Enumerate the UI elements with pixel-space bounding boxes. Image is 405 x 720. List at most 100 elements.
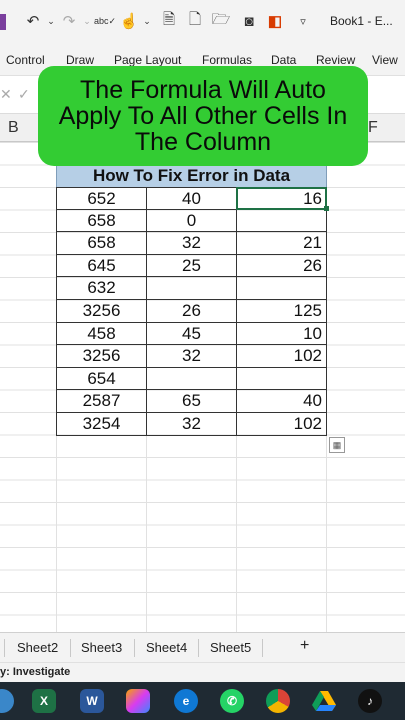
table-cell[interactable]: 25 <box>146 254 236 278</box>
table-cell[interactable]: 32 <box>146 232 236 255</box>
excel-icon[interactable]: X <box>32 689 56 713</box>
data-table: How To Fix Error in Data 652 40 16 658 0 658 3… <box>56 164 329 436</box>
table-cell[interactable] <box>236 367 327 391</box>
table-cell[interactable]: 21 <box>236 232 327 255</box>
touch-dropdown-icon[interactable]: ⌄ <box>138 12 156 30</box>
quick-access-toolbar: ↶ ⌄ ↷ ⌄ abc✓ ☝ ⌄ 🗎 🗋 🗁 ◙ ◧ ▿ Book1 - E..… <box>0 0 405 46</box>
table-row: 3254 32 102 <box>56 412 327 436</box>
table-cell[interactable]: 0 <box>146 209 236 233</box>
table-row: 3256 26 125 <box>56 299 327 323</box>
table-cell[interactable]: 26 <box>146 299 236 323</box>
table-cell[interactable]: 40 <box>236 390 327 413</box>
office-icon[interactable]: ◧ <box>266 12 284 30</box>
tab-page-layout[interactable]: Page Layout <box>114 53 181 67</box>
table-row: 632 <box>56 277 327 300</box>
new-file-icon[interactable]: 🗋 <box>186 11 204 30</box>
status-bar: y: Investigate <box>0 662 405 682</box>
copilot-icon[interactable] <box>126 689 150 713</box>
redo-icon[interactable]: ↷ <box>60 12 78 30</box>
table-cell[interactable]: 32 <box>146 345 236 368</box>
sheet-separator <box>4 639 5 657</box>
edge-icon[interactable]: e <box>174 689 198 713</box>
tab-data[interactable]: Data <box>271 53 296 67</box>
app-edge-icon <box>0 14 6 30</box>
drive-icon[interactable] <box>312 689 336 713</box>
sheet-separator <box>134 639 135 657</box>
tab-review[interactable]: Review <box>316 53 355 67</box>
column-header-b[interactable]: B <box>8 119 19 137</box>
column-header-f[interactable]: F <box>368 119 378 137</box>
table-cell[interactable]: 102 <box>236 345 327 368</box>
table-cell[interactable]: 16 <box>236 187 327 210</box>
table-row: 645 25 26 <box>56 254 327 278</box>
table-cell[interactable] <box>236 277 327 300</box>
table-row: 2587 65 40 <box>56 390 327 413</box>
table-cell[interactable]: 32 <box>146 412 236 436</box>
customize-toolbar-icon[interactable]: ▿ <box>294 12 312 30</box>
tab-view[interactable]: View <box>372 53 398 67</box>
sheet-tab-4[interactable]: Sheet4 <box>146 640 187 655</box>
table-row: 652 40 16 <box>56 187 327 210</box>
table-cell[interactable]: 652 <box>56 187 146 210</box>
callout-text: The Formula Will Auto Apply To All Other… <box>58 76 348 156</box>
table-cell[interactable]: 102 <box>236 412 327 436</box>
add-sheet-button[interactable]: + <box>300 637 309 655</box>
windows-partial-icon[interactable] <box>0 689 14 713</box>
undo-icon[interactable]: ↶ <box>24 12 42 30</box>
sheet-tab-3[interactable]: Sheet3 <box>81 640 122 655</box>
chrome-icon[interactable] <box>266 689 290 713</box>
table-cell[interactable]: 26 <box>236 254 327 278</box>
fill-handle[interactable] <box>324 206 329 211</box>
table-cell[interactable]: 3254 <box>56 412 146 436</box>
table-cell[interactable]: 125 <box>236 299 327 323</box>
table-cell[interactable]: 632 <box>56 277 146 300</box>
whatsapp-icon[interactable]: ✆ <box>220 689 244 713</box>
table-cell[interactable] <box>146 277 236 300</box>
table-cell[interactable]: 40 <box>146 187 236 210</box>
table-row: 458 45 10 <box>56 322 327 346</box>
table-cell[interactable]: 45 <box>146 322 236 346</box>
tab-draw[interactable]: Draw <box>66 53 94 67</box>
table-cell[interactable]: 654 <box>56 367 146 391</box>
status-text[interactable]: y: Investigate <box>0 666 70 678</box>
print-preview-icon[interactable]: 🗎 <box>160 11 178 30</box>
sheet-separator <box>70 639 71 657</box>
table-cell[interactable] <box>146 367 236 391</box>
open-folder-icon[interactable]: 🗁 <box>212 11 231 30</box>
touch-mode-icon[interactable]: ☝ <box>120 12 139 30</box>
spelling-icon[interactable]: abc✓ <box>94 12 116 30</box>
window-title: Book1 - E... <box>330 14 393 28</box>
table-cell[interactable]: 645 <box>56 254 146 278</box>
table-cell[interactable]: 3256 <box>56 299 146 323</box>
tab-formulas[interactable]: Formulas <box>202 53 252 67</box>
tab-control[interactable]: Control <box>6 53 45 67</box>
sheet-tab-5[interactable]: Sheet5 <box>210 640 251 655</box>
camera-icon[interactable]: ◙ <box>240 12 258 30</box>
excel-window: ↶ ⌄ ↷ ⌄ abc✓ ☝ ⌄ 🗎 🗋 🗁 ◙ ◧ ▿ Book1 - E..… <box>0 0 405 720</box>
table-cell[interactable]: 658 <box>56 232 146 255</box>
tiktok-icon[interactable]: ♪ <box>358 689 382 713</box>
undo-dropdown-icon[interactable]: ⌄ <box>42 12 60 30</box>
table-rows: 652 40 16 658 0 658 32 21 645 25 26 632 3256 26 125 458… <box>56 187 327 436</box>
table-cell[interactable] <box>236 209 327 233</box>
sheet-separator <box>198 639 199 657</box>
taskbar: X W e ✆ ♪ <box>0 682 405 720</box>
table-title[interactable]: How To Fix Error in Data <box>56 164 327 187</box>
sheet-tab-bar: Sheet2 Sheet3 Sheet4 Sheet5 + <box>0 632 405 662</box>
table-cell[interactable]: 10 <box>236 322 327 346</box>
sheet-separator <box>262 639 263 657</box>
table-cell[interactable]: 458 <box>56 322 146 346</box>
table-cell[interactable]: 658 <box>56 209 146 233</box>
quick-analysis-icon[interactable]: ▦ <box>329 437 345 453</box>
cancel-entry-icon[interactable]: ✕ <box>0 86 12 103</box>
confirm-entry-icon[interactable]: ✓ <box>18 86 30 103</box>
table-cell[interactable]: 65 <box>146 390 236 413</box>
table-cell[interactable]: 2587 <box>56 390 146 413</box>
table-row: 3256 32 102 <box>56 345 327 368</box>
sheet-tab-2[interactable]: Sheet2 <box>17 640 58 655</box>
callout-banner: The Formula Will Auto Apply To All Other… <box>38 66 368 166</box>
table-row: 658 32 21 <box>56 232 327 255</box>
table-cell[interactable]: 3256 <box>56 345 146 368</box>
word-icon[interactable]: W <box>80 689 104 713</box>
table-row: 654 <box>56 367 327 391</box>
